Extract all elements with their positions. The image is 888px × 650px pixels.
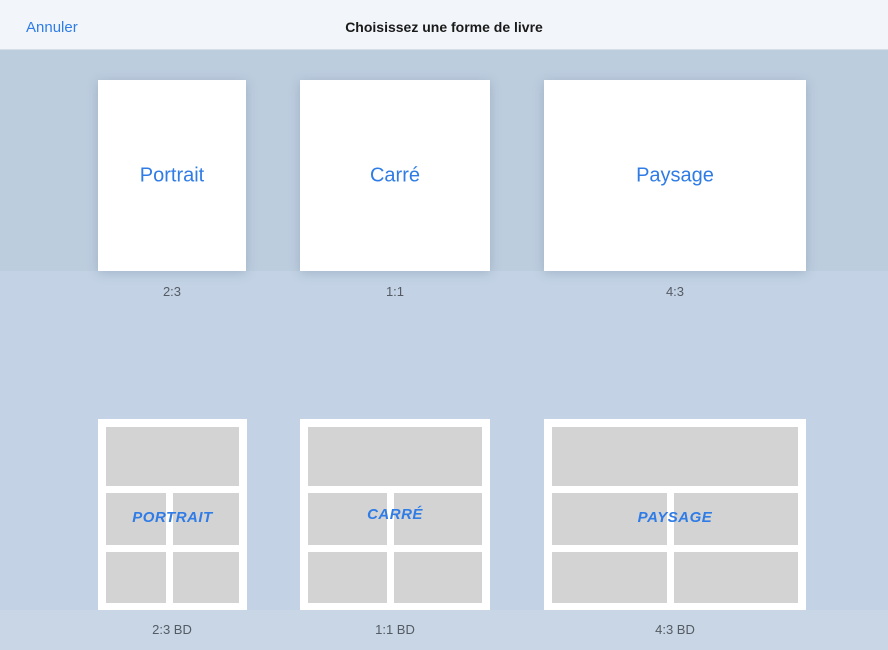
comic-panel: [308, 552, 387, 603]
ratio-label-comic-square: 1:1 BD: [375, 622, 415, 637]
comic-shape-label: PAYSAGE: [637, 509, 713, 526]
page-title: Choisissez une forme de livre: [345, 19, 543, 35]
book-shape-portrait[interactable]: Portrait: [98, 80, 246, 271]
comic-shape-square[interactable]: CARRÉ: [300, 419, 490, 610]
comic-panel: [173, 552, 239, 603]
comic-panel: [394, 552, 482, 603]
comic-panel: [674, 552, 798, 603]
navigation-bar: Annuler Choisissez une forme de livre: [0, 0, 888, 50]
ratio-label-landscape: 4:3: [665, 284, 685, 299]
book-shape-label: Paysage: [636, 164, 714, 186]
comic-shape-landscape[interactable]: PAYSAGE: [544, 419, 806, 610]
comic-shape-label: PORTRAIT: [132, 509, 213, 526]
book-shape-label: Portrait: [139, 164, 205, 186]
book-shape-landscape[interactable]: Paysage: [544, 80, 806, 271]
ratio-label-square: 1:1: [385, 284, 405, 299]
comic-panel: [106, 427, 239, 486]
comic-shape-label: CARRÉ: [367, 506, 423, 523]
comic-panel: [552, 552, 667, 603]
book-shape-label: Carré: [369, 164, 420, 186]
book-shape-square[interactable]: Carré: [300, 80, 490, 271]
comic-panel: [308, 427, 482, 486]
comic-shape-portrait[interactable]: PORTRAIT: [98, 419, 247, 610]
ratio-label-comic-landscape: 4:3 BD: [655, 622, 695, 637]
comic-panel: [552, 427, 798, 486]
ratio-label-comic-portrait: 2:3 BD: [152, 622, 192, 637]
ratio-label-portrait: 2:3: [162, 284, 182, 299]
comic-panel: [106, 552, 166, 603]
